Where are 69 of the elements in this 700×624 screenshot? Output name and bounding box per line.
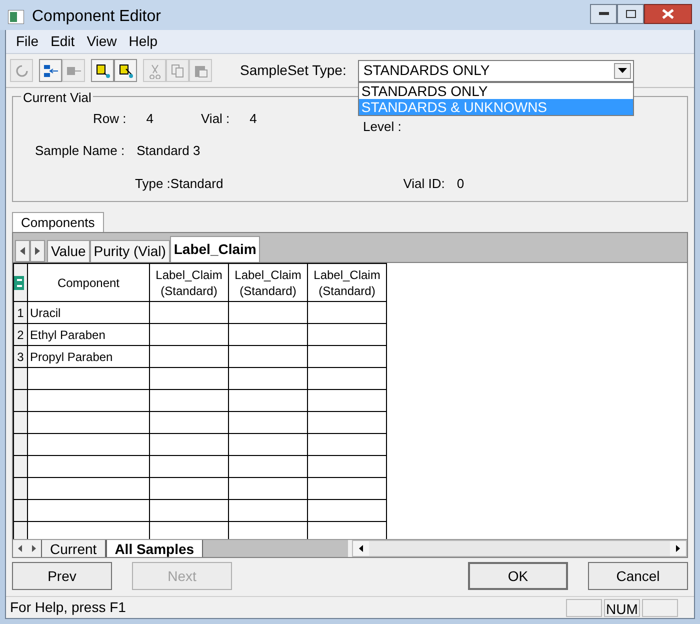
vial-id-label: Vial ID: (403, 175, 445, 193)
row-number: 3 (14, 346, 28, 368)
sample-name-value: Standard 3 (136, 142, 200, 160)
status-pane (642, 598, 678, 616)
left-arrow-icon (18, 545, 22, 552)
vial-label: Vial : (201, 110, 230, 128)
dropdown-arrow-icon (618, 68, 628, 73)
scroll-left-button[interactable] (15, 240, 30, 262)
dialog-button[interactable]: Cancel (588, 562, 688, 590)
status-indicator: NUM (604, 598, 640, 616)
column-header: Label_Claim (Standard) (228, 264, 308, 302)
export-icon (94, 62, 110, 78)
sample-name-label: Sample Name : (35, 142, 125, 160)
right-arrow-icon (35, 247, 40, 255)
cut-icon (146, 62, 162, 78)
minimize-button[interactable] (590, 4, 617, 24)
vial-value: 4 (250, 110, 257, 128)
component-cell: Propyl Paraben (28, 346, 150, 368)
link-icon (42, 62, 58, 78)
sheet-scroll-left-button[interactable] (13, 540, 27, 557)
dialog-button[interactable]: Prev (12, 562, 112, 590)
tab[interactable]: Value (47, 240, 90, 262)
dialog-button[interactable]: OK (468, 562, 568, 590)
row-value: 4 (146, 110, 154, 128)
sampleset-label: SampleSet Type: (240, 61, 346, 80)
tab[interactable]: Purity (Vial) (90, 240, 170, 262)
level-label: Level : (363, 118, 402, 136)
status-pane (566, 598, 602, 616)
menu-item[interactable]: View (80, 31, 123, 52)
right-arrow-icon (32, 545, 36, 552)
import-icon (118, 62, 134, 78)
vial-id-value: 0 (456, 175, 464, 193)
copy-icon (170, 62, 186, 78)
row-number: 1 (14, 302, 28, 324)
sampleset-dropdown[interactable]: STANDARDS ONLY (358, 60, 634, 82)
scroll-right-button[interactable] (30, 240, 45, 262)
dropdown-option[interactable]: STANDARDS ONLY (359, 82, 634, 98)
row-number: 2 (14, 324, 28, 346)
column-header: Label_Claim (Standard) (308, 264, 386, 302)
sheet-scroll-right-button[interactable] (27, 540, 41, 557)
menu-item[interactable]: Help (122, 31, 164, 52)
column-header: Label_Claim (Standard) (150, 264, 228, 302)
toolbar-button[interactable] (91, 59, 114, 82)
close-button[interactable] (644, 4, 692, 24)
toolbar-button[interactable] (114, 59, 137, 82)
status-text: For Help, press F1 (10, 598, 126, 617)
component-cell: Uracil (28, 302, 150, 324)
window-title: Component Editor (32, 7, 161, 27)
horizontal-scrollbar[interactable] (352, 540, 687, 557)
components-tab[interactable]: Components (12, 212, 104, 232)
right-arrow-icon (676, 545, 680, 552)
sheet-tab[interactable]: All Samples (106, 540, 204, 557)
sheet-tab[interactable]: Current (41, 540, 106, 557)
left-arrow-icon (20, 247, 25, 255)
app-icon (8, 10, 24, 24)
close-icon (662, 9, 674, 19)
component-cell: Ethyl Paraben (28, 324, 150, 346)
type-value: Standard (170, 175, 224, 193)
maximize-button[interactable] (617, 4, 644, 24)
minimize-icon (598, 12, 608, 16)
row-label: Row : (93, 110, 126, 128)
menu-item[interactable]: File (10, 31, 45, 52)
maximize-icon (626, 10, 636, 18)
refresh-icon (14, 62, 30, 78)
tab[interactable]: Label_Claim (170, 236, 260, 262)
menu-item[interactable]: Edit (44, 31, 81, 52)
type-label: Type : (135, 175, 170, 193)
left-arrow-icon (359, 545, 363, 552)
column-header: Component (28, 264, 150, 302)
